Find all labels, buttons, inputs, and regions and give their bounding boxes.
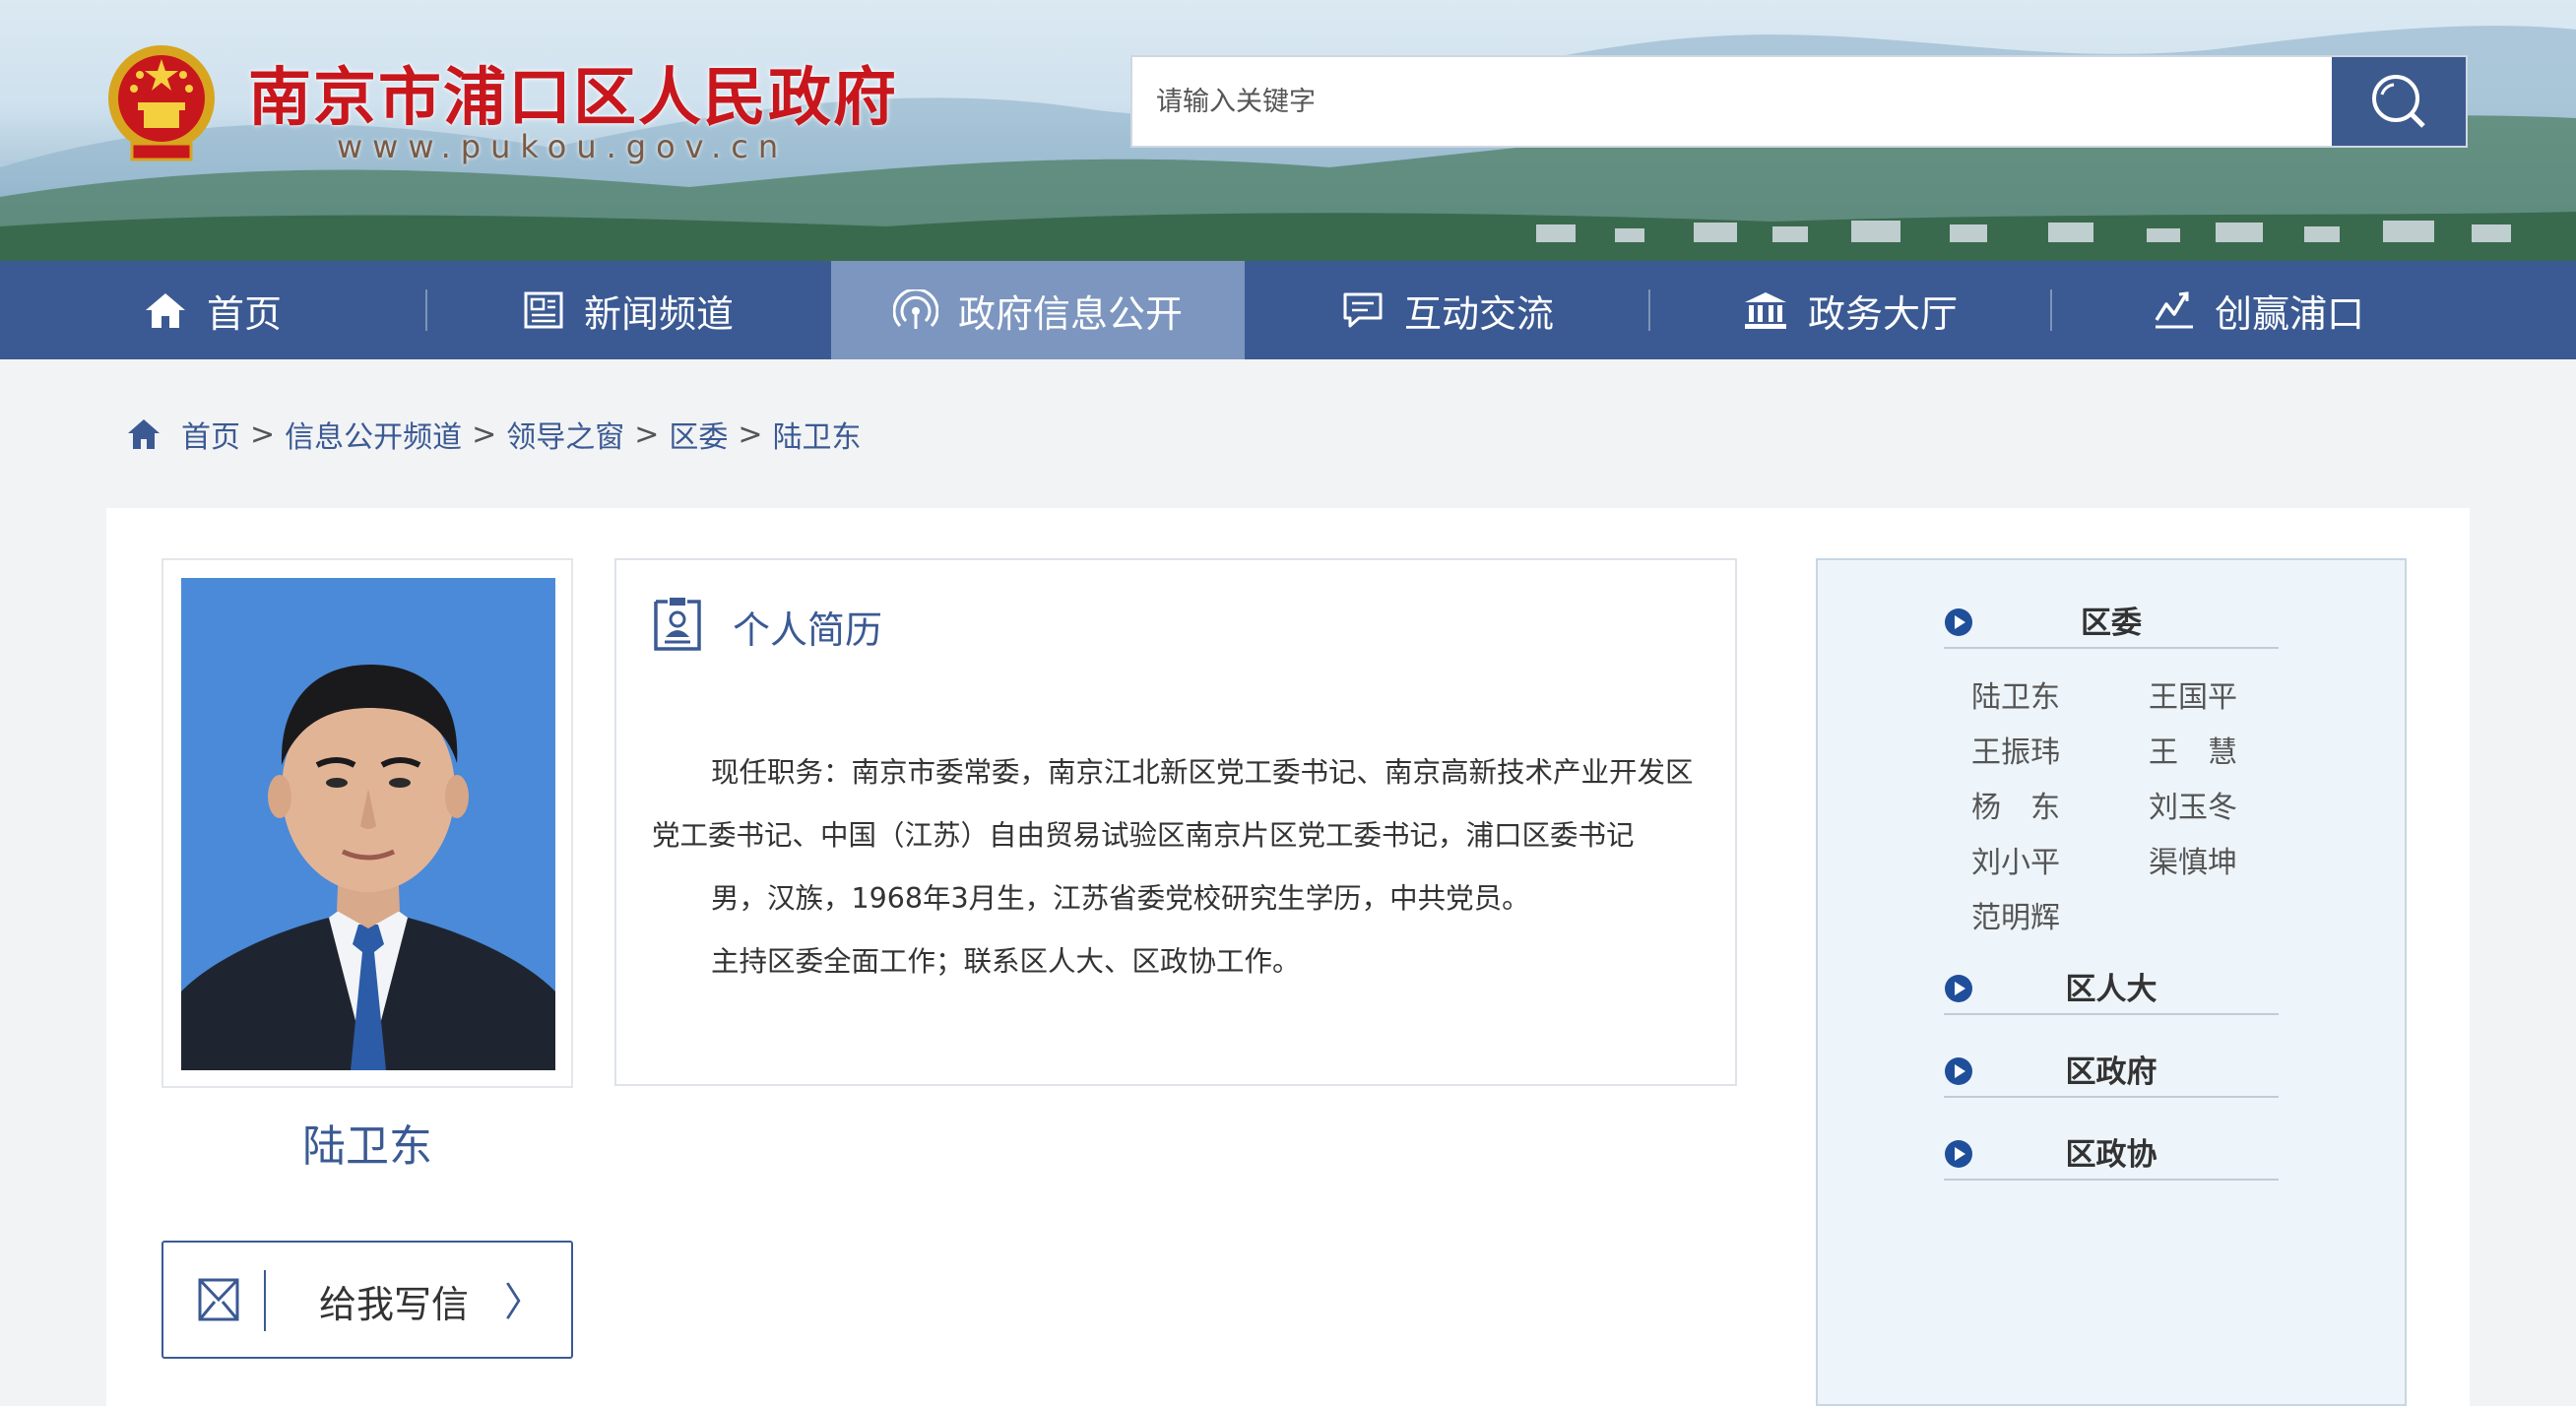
write-letter-label: 给我写信 (319, 1283, 470, 1326)
sidebar-cat-government[interactable]: 区政府 (1944, 1037, 2279, 1098)
search-input[interactable] (1132, 57, 2332, 146)
sidebar-cat-label: 区委 (2081, 606, 2142, 641)
breadcrumb-separator: > (634, 416, 660, 452)
nav-item-interaction[interactable]: 互动交流 (1247, 261, 1648, 359)
member-link[interactable]: 王振玮 (1971, 728, 2060, 771)
home-icon (145, 293, 185, 328)
member-link[interactable]: 杨 东 (1971, 783, 2060, 826)
chevron-right-icon: 〉 (504, 1280, 544, 1325)
member-link[interactable]: 王国平 (2149, 672, 2237, 716)
search-button[interactable] (2332, 57, 2466, 146)
bio-panel: 个人简历 现任职务：南京市委常委，南京江北新区党工委书记、南京高新技术产业开发区… (614, 558, 1737, 1086)
search-icon (2372, 75, 2425, 128)
member-link[interactable]: 刘玉冬 (2149, 783, 2237, 826)
home-icon[interactable] (126, 417, 161, 451)
nav-label: 政务大厅 (1807, 291, 1958, 336)
nav-item-win-pukou[interactable]: 创赢浦口 (2052, 261, 2466, 359)
member-link[interactable]: 王 慧 (2149, 728, 2237, 771)
chart-icon (2155, 291, 2193, 329)
member-link[interactable]: 陆卫东 (1971, 672, 2060, 716)
breadcrumb-home[interactable]: 首页 (181, 413, 240, 456)
bio-paragraph: 主持区委全面工作；联系区人大、区政协工作。 (711, 945, 1301, 978)
button-divider (264, 1270, 266, 1331)
site-domain: www.pukou.gov.cn (337, 128, 789, 165)
breadcrumb-leaders[interactable]: 领导之窗 (506, 413, 624, 456)
breadcrumb-info-channel[interactable]: 信息公开频道 (285, 413, 462, 456)
write-letter-button[interactable]: 给我写信 〉 (161, 1241, 573, 1359)
building-icon (1744, 292, 1786, 329)
mail-icon (198, 1278, 239, 1321)
nav-label: 互动交流 (1403, 291, 1554, 336)
member-link[interactable]: 渠慎坤 (2149, 838, 2237, 881)
breadcrumb-current[interactable]: 陆卫东 (773, 413, 862, 456)
chat-icon (1343, 292, 1383, 328)
member-link[interactable]: 刘小平 (1971, 838, 2060, 881)
breadcrumb-separator: > (250, 416, 276, 452)
nav-item-service-hall[interactable]: 政务大厅 (1650, 261, 2050, 359)
breadcrumb-separator: > (472, 416, 497, 452)
national-emblem-icon (108, 45, 215, 161)
sidebar-cat-label: 区人大 (2065, 972, 2157, 1007)
header-banner: 南京市浦口区人民政府 www.pukou.gov.cn (0, 0, 2576, 261)
bio-paragraph: 现任职务：南京市委常委，南京江北新区党工委书记、南京高新技术产业开发区党工委书记… (652, 756, 1694, 852)
broadcast-icon (892, 289, 938, 329)
site-title[interactable]: 南京市浦口区人民政府 (248, 47, 898, 138)
nav-item-gov-info[interactable]: 政府信息公开 (831, 261, 1245, 359)
member-link[interactable]: 范明辉 (1971, 893, 2060, 936)
bio-paragraph: 男，汉族，1968年3月生，江苏省委党校研究生学历，中共党员。 (711, 882, 1530, 915)
main-nav: 首页 新闻频道 政府信息公开 互动交流 政务大厅 创赢浦口 (0, 261, 2576, 359)
portrait-frame (161, 558, 573, 1088)
bio-body: 现任职务：南京市委常委，南京江北新区党工委书记、南京高新技术产业开发区党工委书记… (652, 741, 1696, 993)
bio-title: 个人简历 (733, 608, 883, 652)
sidebar-cat-label: 区政府 (2065, 1054, 2157, 1090)
breadcrumb-district-committee[interactable]: 区委 (669, 413, 728, 456)
nav-label: 政府信息公开 (957, 291, 1183, 336)
breadcrumb: 首页 > 信息公开频道 > 领导之窗 > 区委 > 陆卫东 (126, 412, 862, 457)
breadcrumb-separator: > (738, 416, 763, 452)
leader-sidebar: 区委 陆卫东 王国平 王振玮 王 慧 杨 东 刘玉冬 刘小平 渠慎坤 范明辉 区… (1816, 558, 2407, 1406)
portrait-image (181, 578, 555, 1070)
nav-label: 新闻频道 (583, 291, 734, 336)
portrait-photo (181, 578, 555, 1070)
person-name: 陆卫东 (302, 1121, 432, 1172)
nav-item-news[interactable]: 新闻频道 (427, 261, 829, 359)
nav-label: 首页 (206, 291, 282, 336)
search-box (1130, 55, 2468, 148)
sidebar-cat-npc[interactable]: 区人大 (1944, 954, 2279, 1015)
newspaper-icon (524, 291, 563, 329)
sidebar-cat-committee[interactable]: 区委 (1944, 588, 2279, 649)
nav-item-home[interactable]: 首页 (0, 261, 425, 359)
profile-card-icon (654, 598, 701, 651)
sidebar-cat-cppcc[interactable]: 区政协 (1944, 1119, 2279, 1181)
sidebar-cat-label: 区政协 (2065, 1137, 2157, 1173)
nav-label: 创赢浦口 (2214, 291, 2364, 336)
